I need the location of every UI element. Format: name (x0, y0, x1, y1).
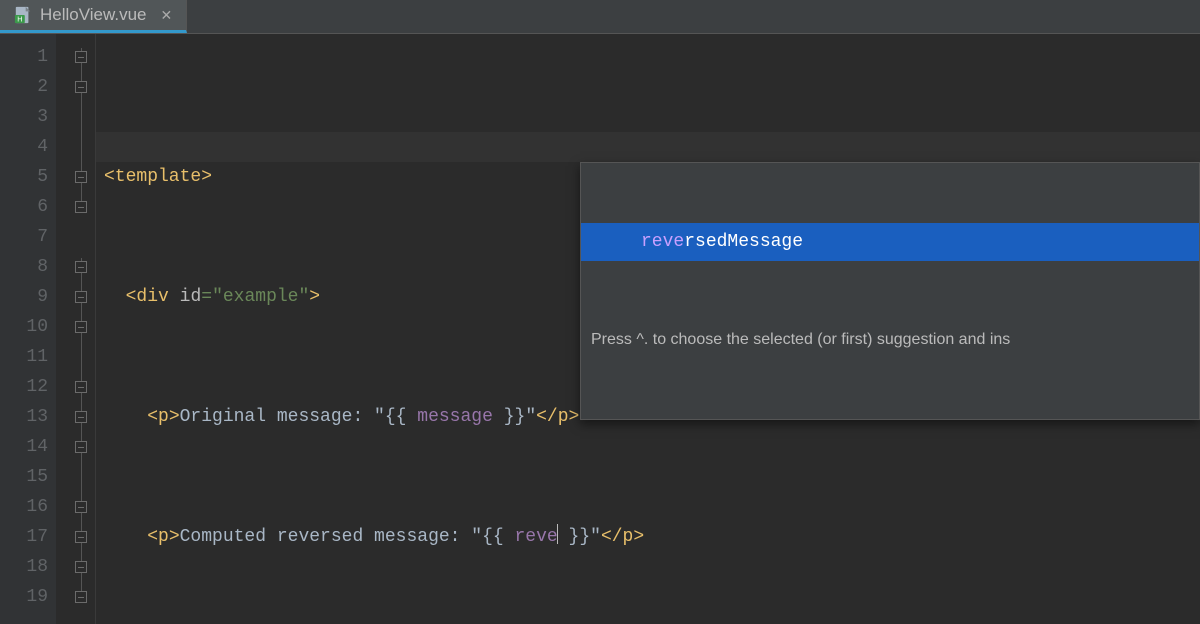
line-number: 18 (0, 552, 48, 582)
fold-toggle-icon[interactable] (75, 171, 87, 183)
fold-toggle-icon[interactable] (75, 381, 87, 393)
fold-toggle-icon[interactable] (75, 441, 87, 453)
line-gutter: 12345678910111213141516171819 (0, 34, 56, 624)
code-area[interactable]: <template> <div id="example"> <p>Origina… (96, 34, 1200, 624)
line-number: 10 (0, 312, 48, 342)
line-number: 5 (0, 162, 48, 192)
fold-toggle-icon[interactable] (75, 501, 87, 513)
tab-filename: HelloView.vue (40, 5, 146, 25)
line-number: 12 (0, 372, 48, 402)
line-number: 7 (0, 222, 48, 252)
vue-file-icon: H (14, 6, 32, 24)
line-number: 17 (0, 522, 48, 552)
line-number: 6 (0, 192, 48, 222)
fold-column[interactable] (56, 34, 96, 624)
code-editor[interactable]: 12345678910111213141516171819 <template>… (0, 34, 1200, 624)
tab-bar: H HelloView.vue ✕ (0, 0, 1200, 34)
line-number: 4 (0, 132, 48, 162)
line-number: 8 (0, 252, 48, 282)
fold-toggle-icon[interactable] (75, 81, 87, 93)
code-line[interactable]: <p>Computed reversed message: "{{ reve }… (96, 522, 1200, 552)
line-number: 13 (0, 402, 48, 432)
fold-toggle-icon[interactable] (75, 201, 87, 213)
fold-toggle-icon[interactable] (75, 321, 87, 333)
line-number: 1 (0, 42, 48, 72)
fold-toggle-icon[interactable] (75, 261, 87, 273)
fold-toggle-icon[interactable] (75, 51, 87, 63)
line-number: 14 (0, 432, 48, 462)
completion-hint: Press ^. to choose the selected (or firs… (581, 321, 1199, 359)
fold-toggle-icon[interactable] (75, 531, 87, 543)
fold-toggle-icon[interactable] (75, 291, 87, 303)
close-icon[interactable]: ✕ (160, 7, 172, 24)
fold-toggle-icon[interactable] (75, 561, 87, 573)
line-number: 16 (0, 492, 48, 522)
fold-toggle-icon[interactable] (75, 591, 87, 603)
fold-toggle-icon[interactable] (75, 411, 87, 423)
line-number: 2 (0, 72, 48, 102)
svg-text:H: H (17, 14, 22, 23)
completion-item[interactable]: reversedMessage (581, 223, 1199, 261)
file-tab[interactable]: H HelloView.vue ✕ (0, 0, 187, 33)
line-number: 9 (0, 282, 48, 312)
line-number: 3 (0, 102, 48, 132)
line-number: 15 (0, 462, 48, 492)
line-number: 19 (0, 582, 48, 612)
completion-popup[interactable]: reversedMessage Press ^. to choose the s… (580, 162, 1200, 420)
line-number: 11 (0, 342, 48, 372)
